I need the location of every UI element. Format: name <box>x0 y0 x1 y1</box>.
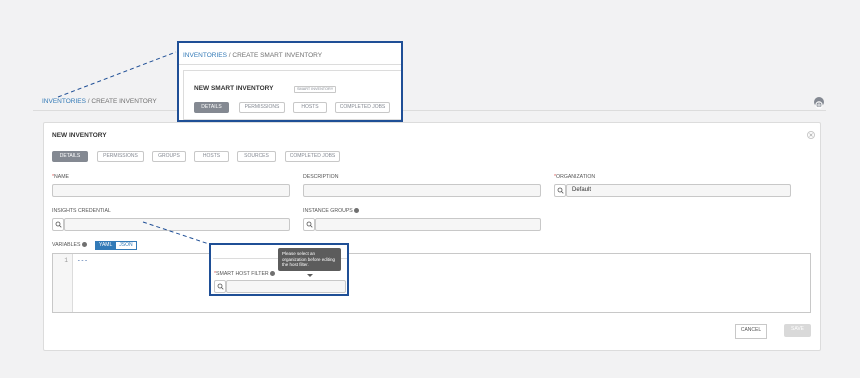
smart-host-filter-callout: *SMART HOST FILTER Please select an orga… <box>209 243 349 296</box>
smart-host-filter-label: *SMART HOST FILTER <box>214 271 276 277</box>
callout-breadcrumb: INVENTORIES / CREATE SMART INVENTORY <box>183 52 323 59</box>
tab-details[interactable]: DETAILS <box>194 102 229 113</box>
tab-hosts[interactable]: HOSTS <box>293 102 327 113</box>
host-filter-lookup-button[interactable] <box>214 280 226 293</box>
divider <box>179 64 401 65</box>
callout-connectors <box>57 51 210 245</box>
help-icon[interactable] <box>270 271 276 277</box>
panel-title: NEW SMART INVENTORY <box>194 85 274 92</box>
search-icon <box>217 283 224 290</box>
tooltip-arrow <box>307 274 313 277</box>
breadcrumb-inventories-link[interactable]: INVENTORIES <box>183 52 227 59</box>
host-filter-tooltip: Please select an organization before edi… <box>278 248 341 271</box>
smart-inventory-panel: NEW SMART INVENTORY SMART INVENTORY DETA… <box>183 70 401 120</box>
connector-line-bottom <box>142 221 210 245</box>
smart-host-filter-input[interactable] <box>226 280 346 293</box>
connector-line-top <box>57 51 177 98</box>
tab-completed-jobs[interactable]: COMPLETED JOBS <box>335 102 390 113</box>
tab-permissions[interactable]: PERMISSIONS <box>239 102 285 113</box>
breadcrumb-current: CREATE SMART INVENTORY <box>232 52 323 59</box>
smart-inventory-callout: INVENTORIES / CREATE SMART INVENTORY NEW… <box>177 41 403 122</box>
smart-inventory-badge: SMART INVENTORY <box>294 86 337 93</box>
